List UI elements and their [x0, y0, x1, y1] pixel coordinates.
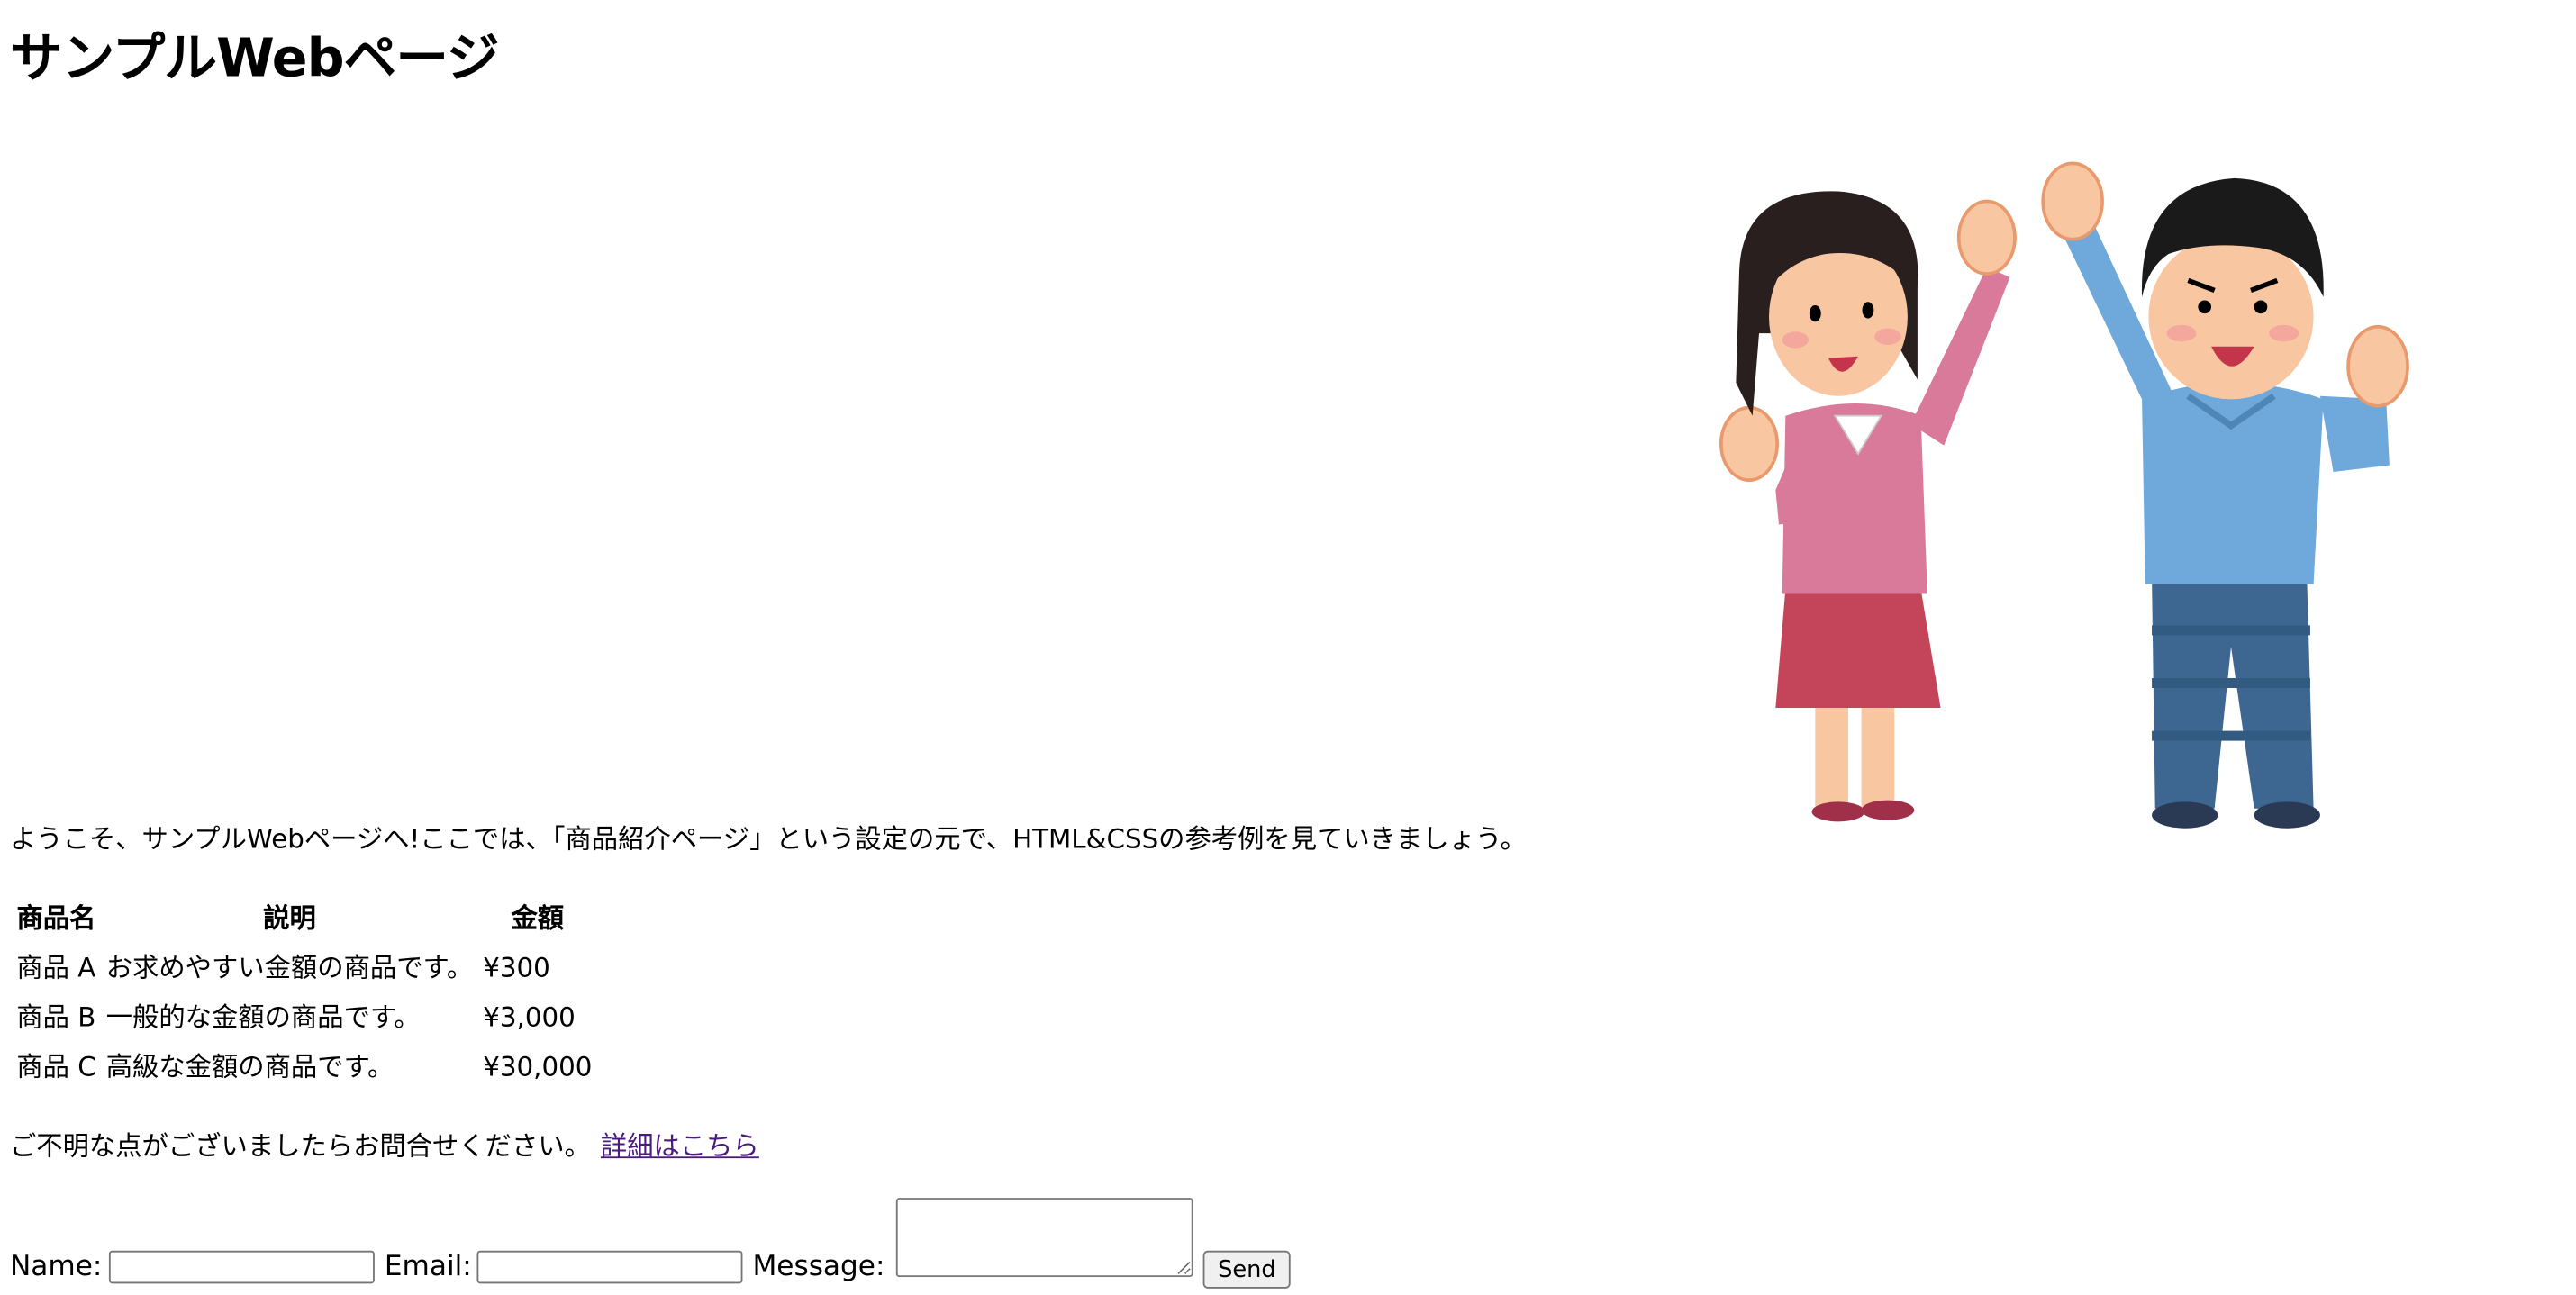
message-textarea[interactable]	[895, 1198, 1193, 1278]
details-link[interactable]: 詳細はこちら	[601, 1130, 759, 1162]
product-name-cell: 商品 A	[16, 952, 96, 983]
inquiry-note: ご不明な点がございましたらお問合せください。 詳細はこちら	[10, 1127, 759, 1166]
woman-figure	[1719, 191, 2017, 822]
product-description-cell: 高級な金額の商品です。	[105, 1051, 395, 1082]
table-row: 商品 C 高級な金額の商品です。 ¥30,000	[14, 1045, 595, 1091]
inquiry-note-text: ご不明な点がございましたらお問合せください。	[9, 1129, 591, 1162]
product-table: 商品名 説明 金額 商品 A お求めやすい金額の商品です。 ¥300 商品 B …	[10, 892, 599, 1094]
product-description-cell: 一般的な金額の商品です。	[105, 1001, 421, 1033]
product-description-cell: お求めやすい金額の商品です。	[105, 952, 474, 983]
email-label: Email:	[384, 1250, 472, 1284]
product-price-cell: ¥300	[483, 952, 550, 983]
email-input[interactable]	[476, 1250, 743, 1284]
table-row: 商品 A お求めやすい金額の商品です。 ¥300	[14, 946, 595, 992]
product-name-cell: 商品 B	[16, 1001, 96, 1033]
column-header-product-name: 商品名	[16, 902, 96, 934]
table-row: 商品 B 一般的な金額の商品です。 ¥3,000	[14, 995, 595, 1041]
name-label: Name:	[9, 1250, 103, 1284]
product-price-cell: ¥30,000	[483, 1051, 593, 1082]
man-figure	[2041, 161, 2409, 829]
table-header-row: 商品名 説明 金額	[14, 896, 595, 942]
column-header-price: 金額	[511, 902, 565, 934]
column-header-description: 説明	[263, 902, 316, 934]
product-name-cell: 商品 C	[16, 1051, 96, 1082]
page-title: サンプルWebページ	[9, 26, 500, 89]
message-label: Message:	[752, 1250, 885, 1284]
name-input[interactable]	[108, 1250, 375, 1284]
cheering-couple-illustration	[1719, 161, 2409, 829]
product-price-cell: ¥3,000	[483, 1001, 576, 1033]
web-page: サンプルWebページ ようこそ、サンプルWebページへ!ここでは、「商品紹介ペー…	[0, 0, 2576, 1295]
send-button[interactable]: Send	[1202, 1250, 1292, 1289]
intro-text: ようこそ、サンプルWebページへ!ここでは、「商品紹介ページ」という設定の元で、…	[9, 823, 1527, 856]
